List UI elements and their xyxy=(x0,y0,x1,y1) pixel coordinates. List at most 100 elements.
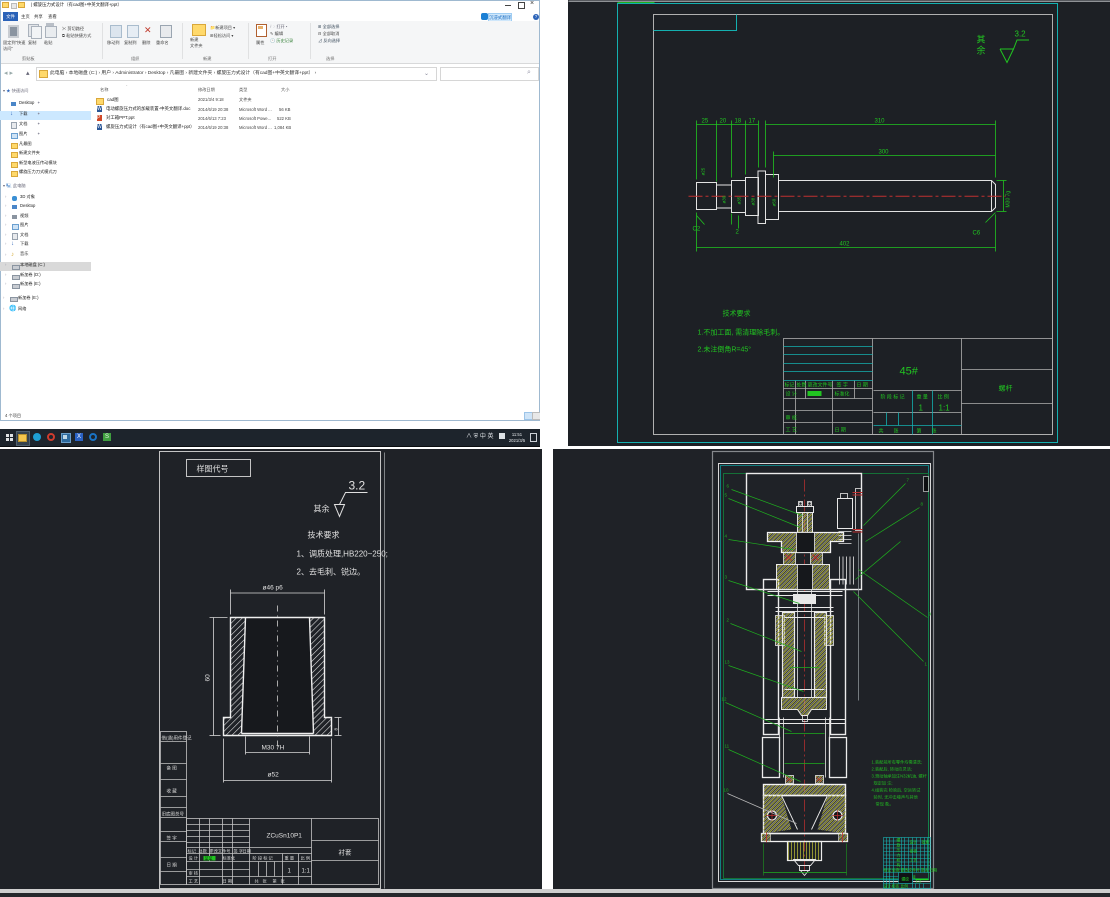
svg-text:9: 9 xyxy=(929,612,932,617)
svg-text:日 期: 日 期 xyxy=(835,428,846,434)
svg-text:更改文件号: 更改文件号 xyxy=(210,848,231,855)
svg-text:17: 17 xyxy=(749,119,756,125)
svg-text:2.装配后, 转动应灵活;: 2.装配后, 转动应灵活; xyxy=(872,766,912,773)
svg-text:审 核: 审 核 xyxy=(189,870,199,877)
svg-text:螺: 螺 xyxy=(897,838,901,843)
svg-text:比例: 比例 xyxy=(901,884,909,889)
svg-text:ø52: ø52 xyxy=(268,772,280,779)
svg-text:工 艺: 工 艺 xyxy=(189,879,199,884)
svg-text:螺杆: 螺杆 xyxy=(999,384,1013,393)
svg-text:ø38: ø38 xyxy=(751,197,756,205)
svg-text:比 例: 比 例 xyxy=(301,855,311,862)
svg-text:签 字: 签 字 xyxy=(167,835,178,841)
svg-text:标记: 标记 xyxy=(785,382,795,389)
svg-text:ZCuSn10P1: ZCuSn10P1 xyxy=(267,833,303,840)
svg-text:25: 25 xyxy=(702,119,709,125)
svg-text:1:1: 1:1 xyxy=(939,404,951,413)
svg-text:重 量: 重 量 xyxy=(917,394,928,401)
svg-text:4.组装完 检验后, 空运转试: 4.组装完 检验后, 空运转试 xyxy=(872,787,922,794)
svg-text:验时, 无冲击噪声与其他: 验时, 无冲击噪声与其他 xyxy=(874,794,919,801)
svg-text:螺纹: 螺纹 xyxy=(902,877,910,882)
svg-text:衬套: 衬套 xyxy=(339,848,353,857)
svg-text:4: 4 xyxy=(725,534,728,539)
svg-text:60: 60 xyxy=(205,674,212,682)
svg-text:3.2: 3.2 xyxy=(1015,30,1027,39)
svg-text:余: 余 xyxy=(977,45,986,56)
svg-text:10: 10 xyxy=(724,788,730,793)
svg-text:8: 8 xyxy=(334,728,339,731)
svg-text:设计: 设计 xyxy=(884,884,892,889)
svg-text:备 图: 备 图 xyxy=(167,765,178,772)
svg-text:1、调质处理,HB220~250;: 1、调质处理,HB220~250; xyxy=(297,549,388,559)
svg-text:M30 7H: M30 7H xyxy=(262,745,285,752)
svg-text:3.2: 3.2 xyxy=(349,479,366,493)
svg-text:张: 张 xyxy=(281,878,286,885)
svg-text:样图代号: 样图代号 xyxy=(197,464,229,474)
svg-text:1.装配前所有零件均需清洗;: 1.装配前所有零件均需清洗; xyxy=(872,759,923,766)
svg-text:力: 力 xyxy=(897,853,901,858)
svg-text:18: 18 xyxy=(735,119,742,125)
svg-text:3.滑动轴承加注N32机油, 螺杆: 3.滑动轴承加注N32机油, 螺杆 xyxy=(872,773,928,780)
svg-text:共: 共 xyxy=(879,428,884,435)
svg-text:20: 20 xyxy=(720,119,727,125)
svg-text:处数: 处数 xyxy=(797,382,807,389)
svg-text:旧底图总号: 旧底图总号 xyxy=(162,811,185,818)
svg-text:借(通)用件登记: 借(通)用件登记 xyxy=(162,735,192,742)
svg-text:1.不加工面, 需清理除毛刺。: 1.不加工面, 需清理除毛刺。 xyxy=(698,328,785,337)
svg-text:C2: C2 xyxy=(693,227,701,233)
svg-text:某某: 某某 xyxy=(205,855,213,861)
svg-text:日 期: 日 期 xyxy=(223,879,233,885)
svg-text:技术要求: 技术要求 xyxy=(723,309,751,318)
svg-text:11: 11 xyxy=(725,744,730,749)
svg-text:其: 其 xyxy=(977,35,986,45)
svg-text:批准: 批准 xyxy=(922,840,930,845)
svg-text:签 字: 签 字 xyxy=(837,382,848,389)
svg-text:工 艺: 工 艺 xyxy=(786,428,797,434)
svg-text:标准化: 标准化 xyxy=(835,391,850,398)
svg-text:设 计: 设 计 xyxy=(786,391,797,398)
svg-text:处数: 处数 xyxy=(199,848,208,855)
svg-text:1:1: 1:1 xyxy=(302,869,311,875)
svg-text:ø25: ø25 xyxy=(701,167,706,175)
svg-text:12: 12 xyxy=(722,697,728,702)
svg-text:常现 象。: 常现 象。 xyxy=(876,801,894,808)
svg-text:审 核: 审 核 xyxy=(786,415,797,422)
svg-text:设计: 设计 xyxy=(910,840,918,845)
svg-text:阶 段 标 记: 阶 段 标 记 xyxy=(253,855,274,862)
svg-text:规定加 注;: 规定加 注; xyxy=(874,780,893,787)
svg-text:比 例: 比 例 xyxy=(938,394,949,401)
svg-text:45#: 45# xyxy=(900,366,919,378)
svg-text:2: 2 xyxy=(727,618,730,623)
svg-text:2、去毛刺、锐边。: 2、去毛刺、锐边。 xyxy=(297,567,365,577)
svg-text:审核: 审核 xyxy=(910,849,918,854)
svg-text:构: 构 xyxy=(897,863,901,868)
svg-text:标记 处数 更改文件号 签名 日期: 标记 处数 更改文件号 签名 日期 xyxy=(884,868,938,873)
svg-text:压: 压 xyxy=(897,849,901,853)
svg-text:1: 1 xyxy=(288,869,292,875)
svg-text:标记: 标记 xyxy=(188,848,197,855)
svg-text:其余: 其余 xyxy=(314,504,330,514)
svg-text:第: 第 xyxy=(273,878,277,885)
svg-text:共: 共 xyxy=(255,878,259,885)
svg-text:技术要求: 技术要求 xyxy=(308,530,340,540)
svg-text:7: 7 xyxy=(907,478,910,483)
svg-text:设 计: 设 计 xyxy=(189,855,199,862)
svg-text:C6: C6 xyxy=(973,231,981,237)
svg-text:张: 张 xyxy=(932,428,937,435)
svg-text:机: 机 xyxy=(897,858,901,863)
svg-text:8: 8 xyxy=(921,502,924,507)
svg-text:ø50: ø50 xyxy=(772,198,777,206)
svg-text:3: 3 xyxy=(725,575,728,580)
svg-text:2.未注倒角R=45°: 2.未注倒角R=45° xyxy=(698,345,752,354)
svg-text:更改文件号: 更改文件号 xyxy=(808,382,833,389)
svg-text:300: 300 xyxy=(879,150,890,156)
svg-text:ø35: ø35 xyxy=(737,196,742,204)
svg-text:M30 7g: M30 7g xyxy=(1006,191,1012,208)
svg-text:6: 6 xyxy=(727,484,730,489)
svg-text:重 量: 重 量 xyxy=(285,855,295,862)
svg-text:ø46 p6: ø46 p6 xyxy=(263,585,284,592)
svg-text:校核: 校核 xyxy=(892,884,900,889)
svg-text:工艺: 工艺 xyxy=(910,858,918,863)
svg-text:第: 第 xyxy=(917,428,922,435)
svg-text:310: 310 xyxy=(875,119,886,125)
